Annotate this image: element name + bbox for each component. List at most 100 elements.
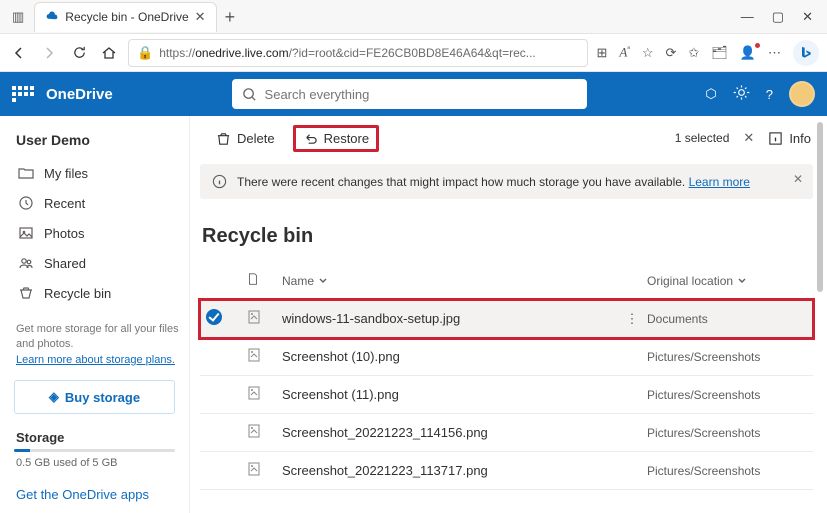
folder-icon — [18, 165, 34, 181]
table-row[interactable]: Screenshot (11).png⋮Pictures/Screenshots — [200, 376, 813, 414]
nav-label: Recycle bin — [44, 286, 111, 301]
lock-icon: 🔒 — [137, 45, 153, 61]
trash-icon — [216, 131, 231, 146]
app-launcher-icon[interactable] — [12, 86, 34, 102]
left-nav: User Demo My files Recent Photos Shared … — [0, 116, 190, 513]
favorites-bar-icon[interactable]: ✩ — [688, 45, 699, 61]
buy-storage-button[interactable]: ◈ Buy storage — [14, 380, 175, 414]
row-checkbox[interactable] — [206, 309, 246, 328]
read-aloud-icon[interactable]: ⊞ — [596, 45, 607, 61]
file-table: Name Original location windows-11-sandbo… — [200, 262, 813, 490]
brand-label[interactable]: OneDrive — [46, 86, 113, 103]
home-button[interactable] — [98, 45, 120, 61]
table-row[interactable]: windows-11-sandbox-setup.jpg⋮Documents — [200, 300, 813, 338]
back-button[interactable] — [8, 45, 30, 61]
onedrive-favicon-icon — [45, 10, 59, 24]
table-header: Name Original location — [200, 262, 813, 300]
nav-label: My files — [44, 166, 88, 181]
address-bar[interactable]: 🔒 https://onedrive.live.com/?id=root&cid… — [128, 39, 588, 67]
delete-button[interactable]: Delete — [206, 125, 285, 152]
file-location: Pictures/Screenshots — [647, 350, 807, 364]
file-name: Screenshot_20221223_114156.png — [282, 425, 617, 440]
collections-icon[interactable]: 🗂 — [711, 45, 728, 61]
bing-button[interactable] — [793, 40, 819, 66]
table-row[interactable]: Screenshot (10).png⋮Pictures/Screenshots — [200, 338, 813, 376]
search-box[interactable] — [232, 79, 587, 109]
tab-list-icon[interactable]: ▥ — [6, 9, 30, 25]
chevron-down-icon — [737, 276, 747, 286]
file-name: Screenshot_20221223_113717.png — [282, 463, 617, 478]
col-name-header[interactable]: Name — [282, 274, 617, 288]
file-icon — [246, 347, 282, 366]
restore-button[interactable]: Restore — [293, 125, 380, 152]
premium-icon[interactable]: ⬡ — [705, 86, 716, 102]
banner-close-icon[interactable]: ✕ — [793, 172, 803, 186]
nav-my-files[interactable]: My files — [14, 158, 189, 188]
file-location: Pictures/Screenshots — [647, 464, 807, 478]
settings-icon[interactable] — [733, 84, 750, 104]
search-input[interactable] — [265, 87, 577, 102]
nav-recycle-bin[interactable]: Recycle bin — [14, 278, 189, 308]
window-maximize-icon[interactable]: ▢ — [772, 9, 784, 25]
file-icon — [246, 309, 282, 328]
table-row[interactable]: Screenshot_20221223_114156.png⋮Pictures/… — [200, 414, 813, 452]
new-tab-button[interactable]: + — [225, 8, 236, 26]
browser-tab[interactable]: Recycle bin - OneDrive ✕ — [34, 2, 216, 32]
main-region: Delete Restore 1 selected ✕ Info There w… — [190, 116, 827, 513]
nav-shared[interactable]: Shared — [14, 248, 189, 278]
photo-icon — [18, 225, 34, 241]
window-minimize-icon[interactable]: — — [741, 9, 754, 25]
nav-label: Shared — [44, 256, 86, 271]
help-icon[interactable]: ? — [766, 87, 773, 102]
favorite-icon[interactable]: ☆ — [642, 45, 654, 61]
tab-title: Recycle bin - OneDrive — [65, 10, 188, 24]
clear-selection-icon[interactable]: ✕ — [737, 130, 760, 146]
storage-heading: Storage — [16, 430, 189, 445]
profile-icon[interactable]: 👤 — [740, 45, 756, 61]
window-titlebar: ▥ Recycle bin - OneDrive ✕ + — ▢ ✕ — [0, 0, 827, 34]
file-icon — [246, 461, 282, 480]
nav-recent[interactable]: Recent — [14, 188, 189, 218]
forward-button — [38, 45, 60, 61]
text-size-icon[interactable]: Aⁿ — [619, 44, 629, 60]
nav-label: Photos — [44, 226, 84, 241]
info-icon — [768, 131, 783, 146]
info-button[interactable]: Info — [768, 131, 811, 146]
user-name: User Demo — [16, 132, 189, 148]
suite-header: OneDrive ⬡ ? — [0, 72, 827, 116]
file-type-header-icon[interactable] — [246, 272, 282, 289]
storage-plans-link[interactable]: Learn more about storage plans. — [16, 354, 175, 366]
clock-icon — [18, 195, 34, 211]
col-location-header[interactable]: Original location — [647, 274, 807, 288]
file-location: Pictures/Screenshots — [647, 388, 807, 402]
banner-learn-more-link[interactable]: Learn more — [689, 175, 750, 189]
recycle-icon — [18, 285, 34, 301]
info-circle-icon — [212, 174, 227, 189]
tab-close-icon[interactable]: ✕ — [195, 9, 206, 25]
table-row[interactable]: Screenshot_20221223_113717.png⋮Pictures/… — [200, 452, 813, 490]
row-checkbox[interactable] — [206, 347, 246, 366]
file-name: Screenshot (11).png — [282, 387, 617, 402]
file-icon — [246, 385, 282, 404]
sync-icon[interactable]: ⟳ — [665, 45, 676, 61]
row-more-icon[interactable]: ⋮ — [617, 311, 647, 327]
command-bar: Delete Restore 1 selected ✕ Info — [190, 116, 827, 160]
row-checkbox[interactable] — [206, 423, 246, 442]
banner-text: There were recent changes that might imp… — [237, 175, 750, 189]
browser-toolbar: 🔒 https://onedrive.live.com/?id=root&cid… — [0, 34, 827, 72]
scrollbar[interactable] — [815, 116, 825, 513]
row-checkbox[interactable] — [206, 385, 246, 404]
people-icon — [18, 255, 34, 271]
file-location: Pictures/Screenshots — [647, 426, 807, 440]
window-close-icon[interactable]: ✕ — [802, 9, 813, 25]
refresh-button[interactable] — [68, 45, 90, 60]
storage-bar — [14, 449, 175, 452]
more-icon[interactable]: ⋯ — [768, 45, 781, 61]
storage-promo: Get more storage for all your files and … — [16, 322, 183, 368]
nav-label: Recent — [44, 196, 85, 211]
row-checkbox[interactable] — [206, 461, 246, 480]
nav-photos[interactable]: Photos — [14, 218, 189, 248]
get-apps-link[interactable]: Get the OneDrive apps — [16, 487, 189, 502]
storage-usage: 0.5 GB used of 5 GB — [16, 457, 189, 469]
account-avatar[interactable] — [789, 81, 815, 107]
